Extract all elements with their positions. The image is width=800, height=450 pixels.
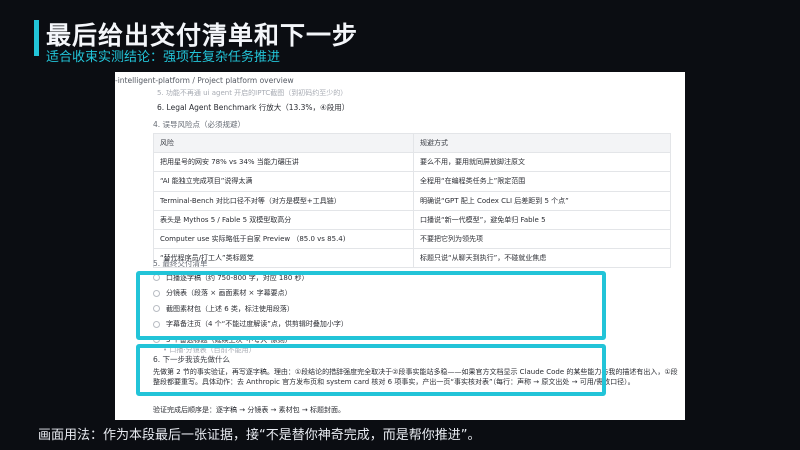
table-cell-mitigation: 不要把它列为领先项 bbox=[413, 228, 671, 250]
faded-list-item: 5. 功能不再通 ui agent 开启的IPTC截图（到初码约至少的） bbox=[157, 89, 348, 97]
table-header-mitigation: 规避方式 bbox=[413, 132, 671, 154]
table-row: Terminal-Bench 对比口径不对等（对方是模型+工具链） 明确说“GP… bbox=[153, 190, 671, 211]
slide-caption: 画面用法：作为本段最后一张证据，接“不是替你神奇完成，而是帮你推进”。 bbox=[38, 428, 481, 443]
table-row: Computer use 实际略低于自家 Preview （85.0 vs 85… bbox=[153, 228, 671, 250]
list-item-6: 6. Legal Agent Benchmark 行放大（13.3%，④段用） bbox=[157, 103, 350, 112]
slide-subtitle: 适合收束实测结论：强项在复杂任务推进 bbox=[46, 50, 281, 65]
table-row: 表头是 Mythos 5 / Fable 5 双模型取高分 口播说“新一代模型”… bbox=[153, 209, 671, 230]
table-cell-mitigation: 全程用“在编程类任务上”限定范围 bbox=[413, 171, 671, 192]
breadcrumb[interactable]: -intelligent-platform / Project platform… bbox=[115, 76, 294, 85]
section-5-heading: 5. 最终交付清单 bbox=[153, 259, 208, 268]
table-cell-mitigation: 口播说“新一代模型”，避免单归 Fable 5 bbox=[413, 209, 671, 230]
table-row: “AI 能独立完成项目”说得太满 全程用“在编程类任务上”限定范围 bbox=[153, 171, 671, 192]
table-cell-mitigation: 要么不用，要用就同屏放脚注原文 bbox=[413, 152, 671, 173]
highlight-box-deliverables bbox=[136, 271, 606, 340]
risk-table: 风险 规避方式 把用星号的网安 78% vs 34% 当能力碾压讲 要么不用，要… bbox=[153, 132, 671, 269]
table-cell-risk: 把用星号的网安 78% vs 34% 当能力碾压讲 bbox=[153, 152, 414, 173]
table-row: 把用星号的网安 78% vs 34% 当能力碾压讲 要么不用，要用就同屏放脚注原… bbox=[153, 152, 671, 173]
table-header-row: 风险 规避方式 bbox=[153, 132, 671, 154]
verify-order-line: 验证完成后顺序是：逐字稿 → 分镜表 → 素材包 → 标题封面。 bbox=[153, 406, 345, 414]
table-cell-risk: Terminal-Bench 对比口径不对等（对方是模型+工具链） bbox=[153, 190, 414, 211]
highlight-box-next-step bbox=[136, 344, 606, 396]
table-cell-risk: Computer use 实际略低于自家 Preview （85.0 vs 85… bbox=[153, 228, 414, 250]
table-cell-risk: “AI 能独立完成项目”说得太满 bbox=[153, 171, 414, 192]
table-cell-mitigation: 明确说“GPT 配上 Codex CLI 后差距到 5 个点” bbox=[413, 190, 671, 211]
title-accent-bar bbox=[34, 20, 39, 56]
table-cell-risk: 表头是 Mythos 5 / Fable 5 双模型取高分 bbox=[153, 209, 414, 230]
section-4-heading: 4. 误导风险点（必须规避） bbox=[153, 120, 246, 129]
table-cell-mitigation: 标题只说“从聊天到执行”，不碰就业焦虑 bbox=[413, 248, 671, 269]
table-row: “替代程序员/打工人”类标题党 标题只说“从聊天到执行”，不碰就业焦虑 bbox=[153, 248, 671, 269]
table-header-risk: 风险 bbox=[153, 132, 414, 154]
